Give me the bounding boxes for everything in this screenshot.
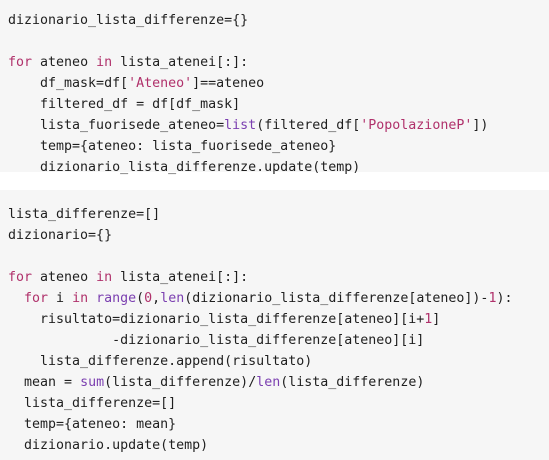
code-token: temp={ateneo: mean} — [8, 417, 177, 432]
code-token: i — [48, 291, 73, 306]
code-token: in — [96, 270, 113, 285]
code-token: dizionario_lista_differenze.update(temp) — [8, 160, 361, 175]
code-line: filtered_df = df[df_mask] — [8, 94, 240, 115]
code-token: for — [8, 270, 33, 285]
code-line: for ateneo in lista_atenei[:]: — [8, 52, 248, 73]
code-token: sum — [80, 375, 105, 390]
code-line: temp={ateneo: lista_fuorisede_ateneo} — [8, 136, 336, 157]
code-line: -dizionario_lista_differenze[ateneo][i] — [8, 330, 424, 351]
code-token: dizionario={} — [8, 228, 113, 243]
code-token: lista_atenei[:]: — [112, 55, 249, 70]
code-token: ( — [136, 291, 145, 306]
code-token: df_mask=df[ — [8, 76, 129, 91]
code-token: 'PopolazioneP' — [360, 118, 473, 133]
code-token: lista_differenze=[] — [8, 207, 161, 222]
code-token: ): — [496, 291, 513, 306]
code-token: for — [8, 55, 33, 70]
code-token: range — [96, 291, 137, 306]
code-token: 0 — [144, 291, 153, 306]
code-token: mean = — [8, 375, 81, 390]
code-token: lista_atenei[:]: — [112, 270, 249, 285]
code-line: lista_fuorisede_ateneo=list(filtered_df[… — [8, 115, 488, 136]
code-token: -dizionario_lista_differenze[ateneo][i] — [8, 333, 425, 348]
code-token: ]==ateneo — [192, 76, 265, 91]
code-token: list — [224, 118, 257, 133]
code-token: in — [72, 291, 89, 306]
code-line: temp={ateneo: mean} — [8, 414, 176, 435]
code-line: mean = sum(lista_differenze)/len(lista_d… — [8, 372, 424, 393]
code-line: lista_differenze.append(risultato) — [8, 351, 312, 372]
code-token: len — [160, 291, 185, 306]
code-token: (lista_differenze) — [280, 375, 425, 390]
code-token: filtered_df = df[df_mask] — [8, 97, 241, 112]
code-token: (lista_differenze)/ — [104, 375, 257, 390]
code-token: lista_fuorisede_ateneo= — [8, 118, 225, 133]
code-line: risultato=dizionario_lista_differenze[at… — [8, 309, 440, 330]
code-token: ateneo — [32, 55, 97, 70]
code-token: (dizionario_lista_differenze[ateneo])- — [184, 291, 489, 306]
code-token: in — [96, 55, 113, 70]
code-token: len — [256, 375, 281, 390]
code-token: ] — [432, 312, 441, 327]
code-token: lista_differenze.append(risultato) — [8, 354, 313, 369]
code-token: risultato=dizionario_lista_differenze[at… — [8, 312, 425, 327]
code-token: temp={ateneo: lista_fuorisede_ateneo} — [8, 139, 337, 154]
code-block-2: lista_differenze=[] dizionario={} for aten… — [0, 190, 549, 460]
code-line: lista_differenze=[] — [8, 204, 160, 225]
code-token: ateneo — [32, 270, 97, 285]
code-line: dizionario.update(temp) — [8, 435, 208, 456]
code-token: (filtered_df[ — [256, 118, 361, 133]
code-token: for — [24, 291, 49, 306]
code-line: for ateneo in lista_atenei[:]: — [8, 267, 248, 288]
code-token: 'Ateneo' — [128, 76, 193, 91]
code-line: dizionario={} — [8, 225, 112, 246]
code-line: for i in range(0,len(dizionario_lista_di… — [8, 288, 512, 309]
code-token: lista_differenze=[] — [8, 396, 177, 411]
code-block-1: dizionario_lista_differenze={}for ateneo… — [0, 0, 549, 175]
code-token: ]) — [472, 118, 489, 133]
code-line: dizionario_lista_differenze.update(temp) — [8, 157, 360, 178]
code-line: lista_differenze=[] — [8, 393, 176, 414]
code-token: , — [152, 291, 161, 306]
code-token: dizionario.update(temp) — [8, 438, 209, 453]
code-line: df_mask=df['Ateneo']==ateneo — [8, 73, 264, 94]
code-token: dizionario_lista_differenze={} — [8, 13, 249, 28]
code-line: dizionario_lista_differenze={} — [8, 10, 248, 31]
